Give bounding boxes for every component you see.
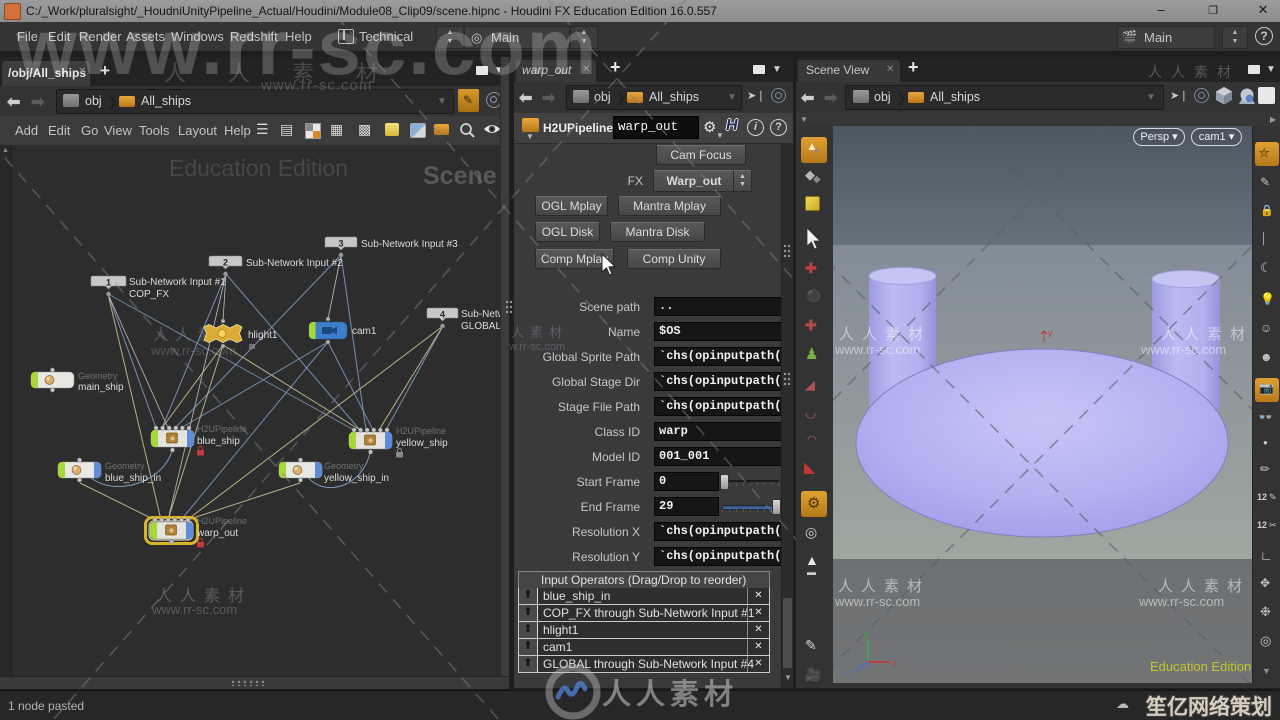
svg-text:2: 2 [223,258,228,268]
svg-text:hlight1: hlight1 [248,330,278,341]
svg-text:blue_ship: blue_ship [197,436,240,447]
svg-text:Geometry: Geometry [78,371,118,381]
svg-text:warp_out: warp_out [196,528,238,539]
svg-text:Sub-Network Input #3: Sub-Network Input #3 [361,239,458,250]
svg-text:yellow_ship: yellow_ship [396,438,448,449]
svg-text:z: z [846,667,851,677]
svg-text:y: y [864,629,869,639]
svg-text:Geometry: Geometry [324,461,364,471]
svg-text:x: x [893,658,898,668]
svg-text:Sub-Network Input #1: Sub-Network Input #1 [129,277,226,288]
svg-text:H2UPipeline: H2UPipeline [197,424,247,434]
svg-text:main_ship: main_ship [78,382,124,393]
svg-text:H2UPipeline: H2UPipeline [197,516,247,526]
svg-text:yellow_ship_in: yellow_ship_in [324,473,389,484]
svg-text:1: 1 [106,278,111,288]
svg-text:y: y [1048,328,1053,338]
svg-text:4: 4 [440,310,445,320]
svg-text:GLOBAL: GLOBAL [461,321,501,332]
svg-text:H2UPipeline: H2UPipeline [396,426,446,436]
svg-text:cam1: cam1 [352,326,377,337]
svg-text:blue_ship_in: blue_ship_in [105,473,161,484]
svg-text:3: 3 [338,239,343,249]
svg-text:COP_FX: COP_FX [129,289,169,300]
svg-text:Sub-Network Input #2: Sub-Network Input #2 [246,258,343,269]
svg-text:Geometry: Geometry [105,461,145,471]
